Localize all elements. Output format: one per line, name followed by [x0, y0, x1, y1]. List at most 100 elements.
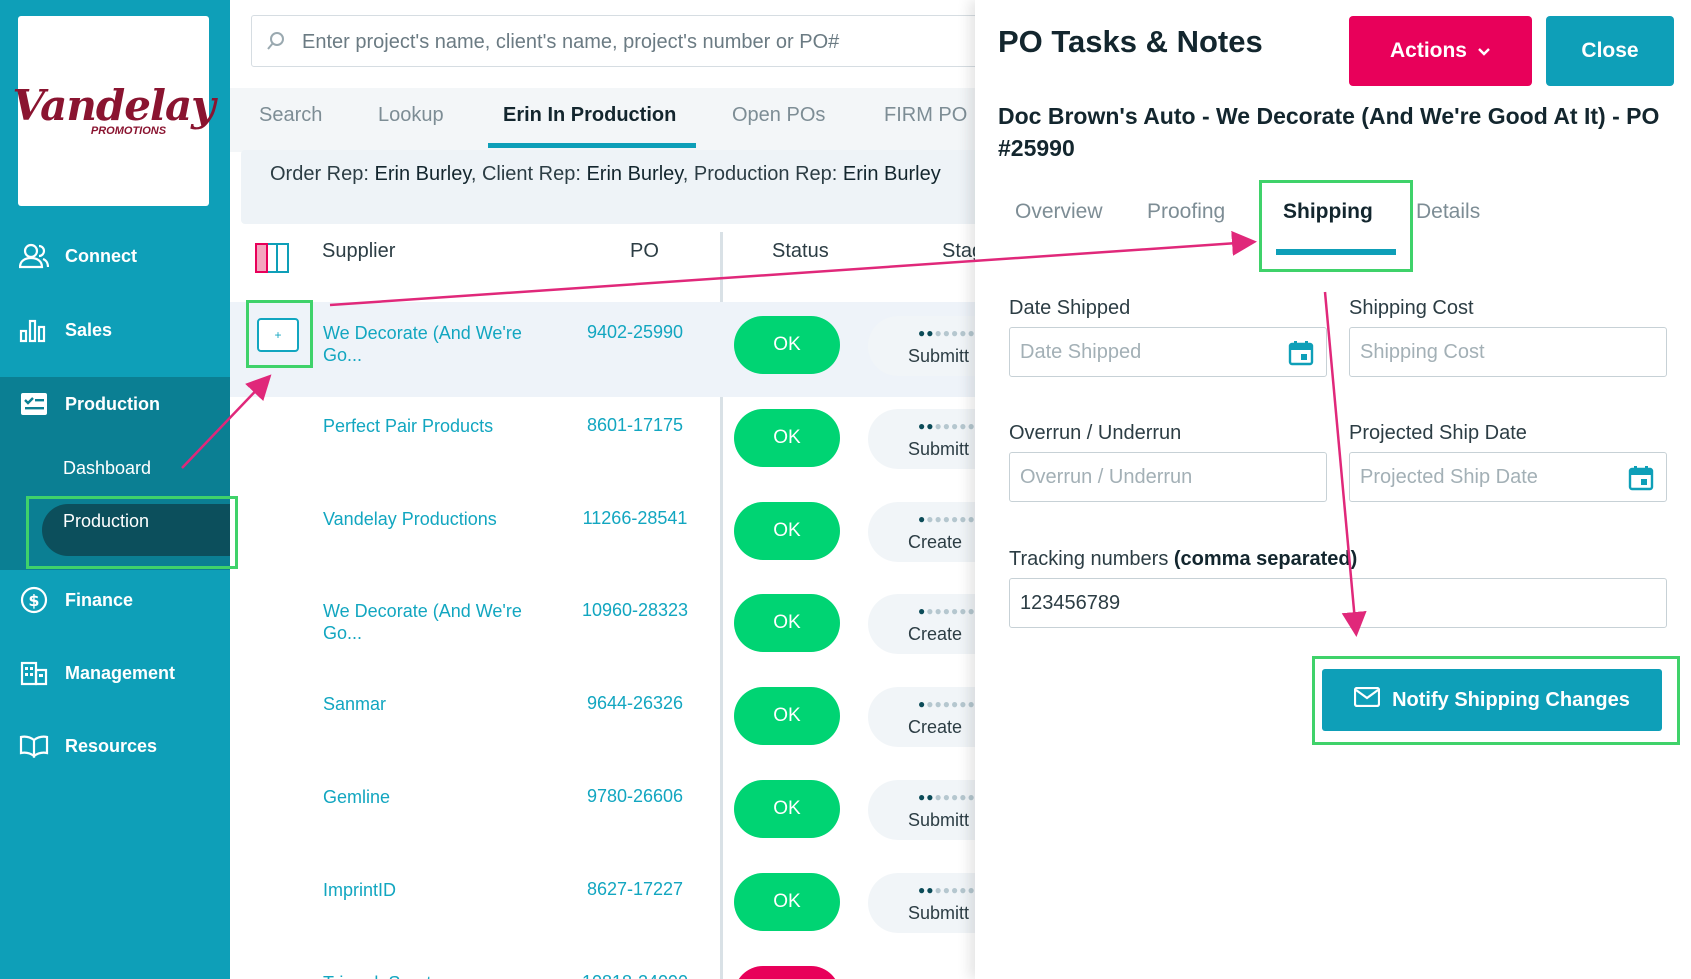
- annotation-highlight-production: [26, 496, 238, 569]
- tab-lookup[interactable]: Lookup: [378, 104, 444, 127]
- projected-ship-date-label: Projected Ship Date: [1349, 422, 1527, 444]
- nav-production[interactable]: Production: [0, 374, 230, 434]
- supplier-link[interactable]: Trimark Sportswear: [323, 972, 553, 979]
- calendar-icon[interactable]: [1288, 340, 1314, 371]
- column-header-status[interactable]: Status: [772, 240, 829, 263]
- tab-erin-in-production[interactable]: Erin In Production: [503, 104, 676, 127]
- nav-connect[interactable]: Connect: [0, 226, 230, 286]
- po-number-link[interactable]: 11266-28541: [570, 508, 700, 529]
- panel-tab-proofing[interactable]: Proofing: [1147, 200, 1225, 224]
- nav-connect-label: Connect: [65, 245, 137, 266]
- supplier-link[interactable]: We Decorate (And We're Go...: [323, 600, 553, 644]
- nav-resources-label: Resources: [65, 735, 158, 756]
- nav-management[interactable]: Management: [0, 643, 230, 703]
- panel-title: PO Tasks & Notes: [998, 24, 1263, 59]
- overrun-underrun-input[interactable]: [1020, 461, 1289, 493]
- status-badge[interactable]: OK: [734, 594, 840, 652]
- status-badge[interactable]: OK: [734, 316, 840, 374]
- supplier-link[interactable]: ImprintID: [323, 879, 553, 901]
- overrun-underrun-field-box: [1009, 452, 1327, 502]
- po-number-link[interactable]: 9780-26606: [570, 786, 700, 807]
- tracking-numbers-field-box: [1009, 578, 1667, 628]
- date-shipped-label: Date Shipped: [1009, 297, 1131, 319]
- annotation-highlight-expand: [246, 300, 313, 368]
- po-number-link[interactable]: 9644-26326: [570, 693, 700, 714]
- column-header-po[interactable]: PO: [630, 240, 659, 263]
- column-header-supplier[interactable]: Supplier: [322, 240, 395, 263]
- projected-ship-date-field-box: [1349, 452, 1667, 502]
- client-rep-name: Erin Burley: [586, 163, 683, 185]
- nav-production-label: Production: [65, 393, 160, 414]
- search-input[interactable]: [302, 26, 982, 58]
- stage-label: Submitt: [908, 439, 970, 459]
- po-number-link[interactable]: 9402-25990: [570, 322, 700, 343]
- tracking-numbers-input[interactable]: [1020, 587, 1578, 619]
- supplier-link[interactable]: Vandelay Productions: [323, 508, 553, 530]
- date-shipped-input[interactable]: [1020, 336, 1289, 368]
- actions-button-label: Actions: [1389, 39, 1467, 62]
- overrun-underrun-label: Overrun / Underrun: [1009, 422, 1182, 444]
- panel-tab-overview[interactable]: Overview: [1015, 200, 1103, 224]
- shipping-cost-field-box: [1349, 327, 1667, 377]
- nav-finance-label: Finance: [65, 589, 134, 610]
- column-settings-icon[interactable]: [255, 242, 289, 279]
- actions-button[interactable]: Actions: [1349, 16, 1532, 86]
- date-shipped-field-box: [1009, 327, 1327, 377]
- po-number-link[interactable]: 8627-17227: [570, 879, 700, 900]
- nav-resources[interactable]: Resources: [0, 716, 230, 776]
- dollar-icon: $: [19, 585, 49, 615]
- close-button[interactable]: Close: [1546, 16, 1674, 86]
- supplier-link[interactable]: Perfect Pair Products: [323, 415, 553, 437]
- status-badge[interactable]: OK: [734, 780, 840, 838]
- panel-subtitle: Doc Brown's Auto - We Decorate (And We'r…: [998, 103, 1660, 161]
- chevron-down-icon: [1477, 39, 1491, 63]
- supplier-link[interactable]: Sanmar: [323, 693, 553, 715]
- stage-label: Submitt: [908, 903, 970, 923]
- panel-tab-details[interactable]: Details: [1416, 200, 1480, 224]
- stage-label: Create: [908, 717, 963, 737]
- po-number-link[interactable]: 10960-28323: [570, 600, 700, 621]
- tracking-numbers-label: Tracking numbers (comma separated): [1009, 548, 1357, 571]
- status-badge[interactable]: OK: [734, 873, 840, 931]
- active-tab-indicator: [488, 143, 696, 148]
- tab-search[interactable]: Search: [259, 104, 322, 127]
- rep-info-text: Order Rep: Erin Burley, Client Rep: Erin…: [270, 163, 941, 186]
- supplier-link[interactable]: We Decorate (And We're Go...: [323, 322, 553, 366]
- calendar-icon[interactable]: [1628, 465, 1654, 496]
- status-badge[interactable]: OK: [734, 409, 840, 467]
- sidebar: Vandelay PROMOTIONS Connect Sales Produc…: [0, 0, 230, 979]
- stage-label: Create: [908, 624, 963, 644]
- project-search-bar: [251, 15, 991, 67]
- production-rep-name: Erin Burley: [842, 163, 941, 185]
- tracking-label-text: Tracking numbers: [1009, 548, 1169, 570]
- company-logo[interactable]: Vandelay PROMOTIONS: [12, 16, 216, 206]
- bar-chart-icon: [19, 315, 49, 345]
- stage-label: Submitt: [908, 810, 970, 830]
- order-rep-label: Order Rep:: [270, 163, 369, 185]
- nav-management-label: Management: [65, 662, 176, 683]
- order-rep-name: Erin Burley: [374, 163, 471, 185]
- shipping-cost-input[interactable]: [1360, 336, 1629, 368]
- tab-firm-po[interactable]: FIRM PO: [884, 104, 967, 127]
- po-number-link[interactable]: 10818-24090: [570, 972, 700, 979]
- nav-finance[interactable]: $ Finance: [0, 570, 230, 630]
- po-number-link[interactable]: 8601-17175: [570, 415, 700, 436]
- subnav-dashboard[interactable]: Dashboard: [63, 458, 151, 479]
- status-badge[interactable]: OK: [734, 687, 840, 745]
- status-badge[interactable]: [734, 966, 840, 979]
- stage-label: Create: [908, 532, 963, 552]
- building-icon: [19, 658, 49, 688]
- book-icon: [19, 731, 49, 761]
- checklist-icon: [19, 389, 49, 419]
- projected-ship-date-input[interactable]: [1360, 461, 1629, 493]
- status-badge[interactable]: OK: [734, 502, 840, 560]
- tab-open-pos[interactable]: Open POs: [732, 104, 825, 127]
- supplier-link[interactable]: Gemline: [323, 786, 553, 808]
- search-icon: [266, 31, 286, 56]
- shipping-cost-label: Shipping Cost: [1349, 297, 1474, 319]
- logo-wordmark: Vandelay: [12, 81, 215, 130]
- annotation-highlight-shipping-tab: [1259, 180, 1413, 272]
- stage-label: Submitt: [908, 346, 970, 366]
- nav-sales[interactable]: Sales: [0, 300, 230, 360]
- rep-info-bar: [241, 150, 1001, 224]
